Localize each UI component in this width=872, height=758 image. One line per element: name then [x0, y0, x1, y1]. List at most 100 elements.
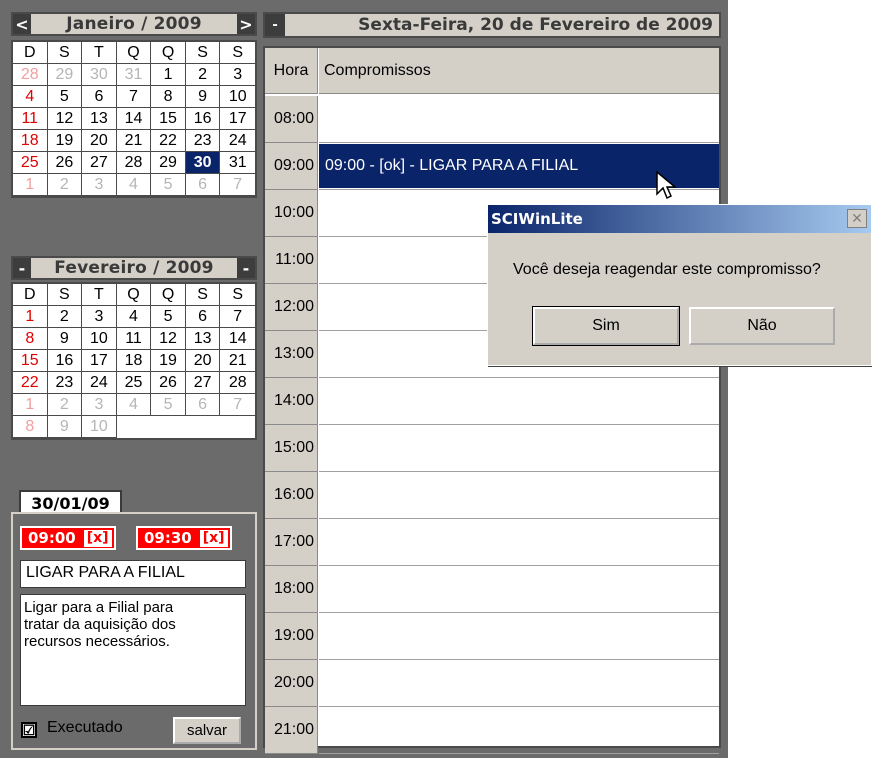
collapse-left-button[interactable]: -	[13, 258, 31, 278]
day-cell[interactable]: 30	[82, 64, 117, 86]
day-cell[interactable]: 29	[151, 152, 186, 174]
start-time-box[interactable]: 09:00 [x]	[20, 526, 116, 550]
collapse-day-button[interactable]: -	[265, 14, 285, 36]
day-cell[interactable]: 17	[82, 350, 117, 372]
day-cell[interactable]: 10	[82, 416, 117, 438]
time-slot[interactable]	[319, 566, 719, 613]
day-cell[interactable]: 8	[13, 328, 48, 350]
day-cell[interactable]: 3	[82, 306, 117, 328]
day-cell[interactable]: 15	[13, 350, 48, 372]
time-slot[interactable]	[319, 660, 719, 707]
day-cell[interactable]: 8	[151, 86, 186, 108]
day-cell[interactable]: 23	[47, 372, 83, 394]
day-cell[interactable]: 24	[220, 130, 255, 152]
appointment-description-field[interactable]: Ligar para a Filial para tratar da aquis…	[20, 594, 246, 706]
time-slot[interactable]	[319, 378, 719, 425]
day-cell[interactable]: 8	[13, 416, 48, 438]
day-cell[interactable]: 29	[47, 64, 83, 86]
day-cell[interactable]: 4	[116, 174, 152, 196]
day-cell[interactable]: 9	[47, 416, 83, 438]
day-cell[interactable]: 6	[185, 174, 221, 196]
day-cell[interactable]: 31	[220, 152, 255, 174]
day-cell[interactable]: 26	[151, 372, 186, 394]
day-cell[interactable]: 4	[116, 394, 152, 416]
day-cell[interactable]: 20	[185, 350, 221, 372]
day-cell[interactable]: 6	[82, 86, 117, 108]
day-cell[interactable]: 13	[185, 328, 221, 350]
collapse-right-button[interactable]: -	[237, 258, 255, 278]
save-button[interactable]: salvar	[173, 717, 241, 744]
day-cell[interactable]: 1	[151, 64, 186, 86]
day-cell[interactable]: 3	[82, 394, 117, 416]
day-cell[interactable]: 6	[185, 394, 221, 416]
day-cell[interactable]: 28	[116, 152, 152, 174]
appointment-date-tab[interactable]: 30/01/09	[19, 490, 122, 514]
day-cell[interactable]: 18	[13, 130, 48, 152]
day-cell[interactable]: 15	[151, 108, 186, 130]
day-cell[interactable]: 16	[185, 108, 221, 130]
day-cell[interactable]: 7	[220, 394, 255, 416]
clear-end-button[interactable]: [x]	[199, 529, 228, 547]
day-cell[interactable]: 17	[220, 108, 255, 130]
day-cell[interactable]: 2	[47, 306, 83, 328]
day-cell[interactable]: 20	[82, 130, 117, 152]
day-cell[interactable]: 31	[116, 64, 152, 86]
day-cell[interactable]: 11	[116, 328, 152, 350]
day-cell[interactable]: 24	[82, 372, 117, 394]
day-cell[interactable]: 22	[151, 130, 186, 152]
day-cell[interactable]: 1	[13, 174, 48, 196]
next-month-button[interactable]: >	[237, 14, 255, 34]
time-slot[interactable]	[319, 613, 719, 660]
time-slot[interactable]	[319, 472, 719, 519]
day-cell[interactable]: 19	[47, 130, 83, 152]
day-cell[interactable]: 27	[82, 152, 117, 174]
column-header-compromissos[interactable]: Compromissos	[319, 48, 719, 94]
executed-checkbox[interactable]: ☑	[21, 722, 37, 738]
day-cell[interactable]: 5	[151, 394, 186, 416]
end-time-box[interactable]: 09:30 [x]	[136, 526, 232, 550]
day-cell[interactable]: 10	[82, 328, 117, 350]
prev-month-button[interactable]: <	[13, 14, 31, 34]
day-cell[interactable]: 12	[47, 108, 83, 130]
day-cell[interactable]: 1	[13, 306, 48, 328]
close-icon[interactable]: ✕	[847, 209, 867, 228]
day-cell[interactable]: 30	[185, 152, 221, 174]
day-cell[interactable]: 10	[220, 86, 255, 108]
day-cell[interactable]: 2	[47, 394, 83, 416]
day-cell[interactable]: 1	[13, 394, 48, 416]
yes-button[interactable]: Sim	[532, 306, 680, 346]
time-slot[interactable]	[319, 707, 719, 754]
day-cell[interactable]: 19	[151, 350, 186, 372]
day-cell[interactable]: 13	[82, 108, 117, 130]
no-button[interactable]: Não	[689, 307, 835, 345]
dialog-titlebar[interactable]: SCIWinLite	[488, 205, 871, 233]
day-cell[interactable]: 11	[13, 108, 48, 130]
day-cell[interactable]: 28	[220, 372, 255, 394]
appointment-title-field[interactable]: LIGAR PARA A FILIAL	[20, 560, 246, 588]
column-header-hora[interactable]: Hora	[265, 48, 318, 94]
day-cell[interactable]: 27	[185, 372, 221, 394]
day-cell[interactable]: 12	[151, 328, 186, 350]
day-cell[interactable]: 7	[220, 306, 255, 328]
day-cell[interactable]: 7	[220, 174, 255, 196]
day-cell[interactable]: 4	[116, 306, 152, 328]
day-cell[interactable]: 9	[185, 86, 221, 108]
day-cell[interactable]: 26	[47, 152, 83, 174]
day-cell[interactable]: 5	[151, 306, 186, 328]
time-slot[interactable]	[319, 425, 719, 472]
day-cell[interactable]: 14	[116, 108, 152, 130]
day-cell[interactable]: 25	[13, 152, 48, 174]
day-cell[interactable]: 18	[116, 350, 152, 372]
day-cell[interactable]: 2	[185, 64, 221, 86]
day-cell[interactable]: 7	[116, 86, 152, 108]
day-cell[interactable]: 3	[82, 174, 117, 196]
day-cell[interactable]: 28	[13, 64, 48, 86]
day-cell[interactable]: 22	[13, 372, 48, 394]
day-cell[interactable]: 23	[185, 130, 221, 152]
day-cell[interactable]: 5	[151, 174, 186, 196]
day-cell[interactable]: 14	[220, 328, 255, 350]
day-cell[interactable]: 2	[47, 174, 83, 196]
day-cell[interactable]: 6	[185, 306, 221, 328]
day-cell[interactable]: 21	[220, 350, 255, 372]
time-slot[interactable]	[319, 519, 719, 566]
